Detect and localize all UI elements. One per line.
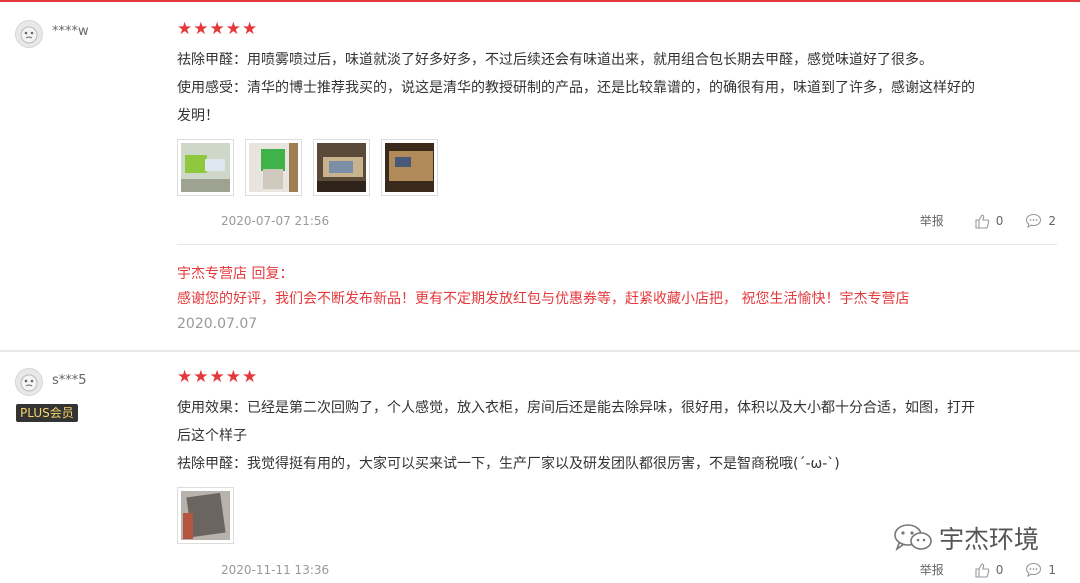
seller-reply-text: 感谢您的好评，我们会不断发布新品！更有不定期发放红包与优惠券等，赶紧收藏小店把，… <box>177 291 910 307</box>
review-line: 发明！ <box>177 108 219 124</box>
thumbs-up-icon <box>975 213 990 229</box>
username[interactable]: ****w <box>52 24 89 39</box>
review-photo[interactable] <box>245 139 302 196</box>
watermark-text: 宇杰环境 <box>939 525 1040 554</box>
review-actions: 举报 0 2 <box>920 212 1056 229</box>
review-text: 使用效果：已经是第二次回购了，个人感觉，放入衣柜，房间后还是能去除异味，很好用，… <box>177 394 1057 478</box>
comment-count: 1 <box>1048 562 1056 577</box>
review-photo[interactable] <box>381 139 438 196</box>
review-date: 2020-11-11 13:36 <box>221 563 330 577</box>
rating-stars: ★ ★ ★ ★ ★ <box>177 368 257 386</box>
comment-count: 2 <box>1048 213 1056 228</box>
wechat-icon <box>894 524 932 552</box>
review-photo[interactable] <box>177 139 234 196</box>
review-photos <box>177 487 234 544</box>
review-line: 后这个样子 <box>177 428 247 444</box>
review-photo[interactable] <box>177 487 234 544</box>
star-icon: ★ <box>193 19 209 39</box>
like-count: 0 <box>995 562 1004 577</box>
review-line: 祛除甲醛：用喷雾喷过后，味道就淡了好多好多，不过后续还会有味道出来，就用组合包长… <box>177 52 933 68</box>
report-button[interactable]: 举报 <box>920 561 944 578</box>
review-line: 使用效果：已经是第二次回购了，个人感觉，放入衣柜，房间后还是能去除异味，很好用，… <box>177 400 975 416</box>
comment-icon <box>1026 213 1042 228</box>
like-count: 0 <box>995 213 1004 228</box>
star-icon: ★ <box>209 19 225 39</box>
comment-icon <box>1026 562 1042 577</box>
review-photo[interactable] <box>313 139 370 196</box>
star-icon: ★ <box>242 367 258 387</box>
comment-button[interactable]: 2 <box>1025 213 1056 229</box>
avatar[interactable] <box>15 20 43 48</box>
star-icon: ★ <box>177 19 193 39</box>
divider <box>177 244 1057 245</box>
like-button[interactable]: 0 <box>974 562 1004 578</box>
star-icon: ★ <box>242 19 258 39</box>
star-icon: ★ <box>209 367 225 387</box>
like-button[interactable]: 0 <box>974 213 1004 229</box>
username[interactable]: s***5 <box>52 373 87 388</box>
rating-stars: ★ ★ ★ ★ ★ <box>177 20 257 38</box>
star-icon: ★ <box>193 367 209 387</box>
report-button[interactable]: 举报 <box>920 212 944 229</box>
avatar-icon <box>20 26 38 44</box>
avatar[interactable] <box>15 368 43 396</box>
plus-member-badge: PLUS会员 <box>16 404 78 422</box>
seller-reply-header: 宇杰专营店 回复： <box>177 266 294 282</box>
thumbs-up-icon <box>975 562 990 578</box>
seller-reply-date: 2020.07.07 <box>177 316 258 332</box>
review-item: ****w ★ ★ ★ ★ ★ 祛除甲醛：用喷雾喷过后，味道就淡了好多好多，不过… <box>0 0 1080 350</box>
review-date: 2020-07-07 21:56 <box>221 214 330 228</box>
watermark: 宇杰环境 <box>893 520 1039 556</box>
review-line: 祛除甲醛：我觉得挺有用的，大家可以买来试一下，生产厂家以及研发团队都很厉害，不是… <box>177 456 840 472</box>
comment-button[interactable]: 1 <box>1025 562 1056 578</box>
review-text: 祛除甲醛：用喷雾喷过后，味道就淡了好多好多，不过后续还会有味道出来，就用组合包长… <box>177 46 1057 130</box>
star-icon: ★ <box>225 19 241 39</box>
star-icon: ★ <box>177 367 193 387</box>
star-icon: ★ <box>225 367 241 387</box>
avatar-icon <box>20 374 38 392</box>
review-line: 使用感受：清华的博士推荐我买的，说这是清华的教授研制的产品，还是比较靠谱的，的确… <box>177 80 975 96</box>
review-photos <box>177 139 438 196</box>
review-actions: 举报 0 1 <box>920 561 1056 578</box>
